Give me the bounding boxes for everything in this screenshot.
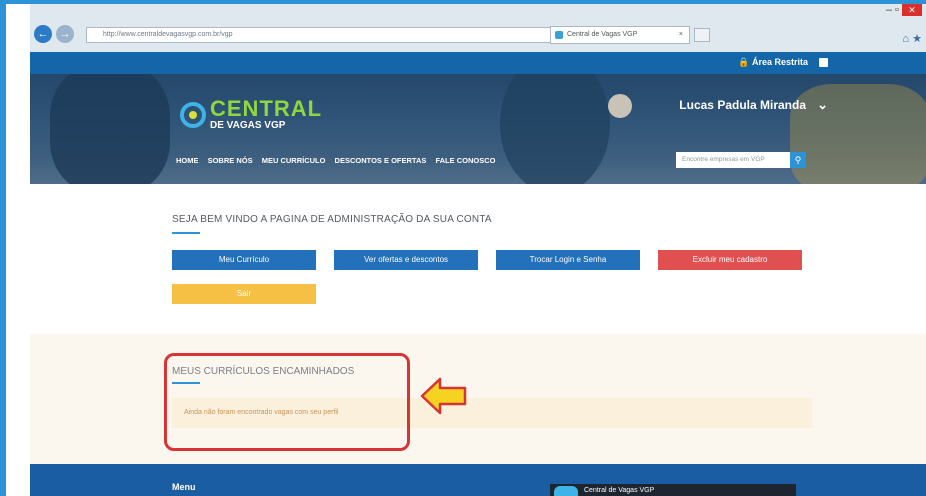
browser-address-row: ← → http://www.centraldevagasvgp.com.br/… [30,14,926,48]
minimize-icon[interactable]: – [886,4,892,16]
restricted-area-link[interactable]: 🔒 Área Restrita [738,57,808,68]
company-search-input[interactable]: Encontre empresas em VGP [676,152,806,168]
page-title: SEJA BEM VINDO A PAGINA DE ADMINISTRAÇÃO… [172,214,492,225]
nav-home[interactable]: HOME [176,156,199,165]
header-background-shape [790,84,926,184]
exit-button[interactable]: Sair [172,284,316,304]
search-icon[interactable]: ⚲ [790,152,806,168]
site-header: CENTRAL DE VAGAS VGP Lucas Padula Mirand… [30,74,926,184]
tab-close-icon[interactable]: × [679,27,683,43]
nav-contact[interactable]: FALE CONOSCO [435,156,495,165]
chevron-down-icon[interactable]: ⌄ [817,97,828,113]
address-url: http://www.centraldevagasvgp.com.br/vgp [103,31,233,38]
forward-arrow-icon[interactable]: → [56,25,74,43]
nav-about[interactable]: SOBRE NÓS [208,156,253,165]
left-arrow-icon [420,377,467,415]
my-cv-button[interactable]: Meu Currículo [172,250,316,270]
logo-main-text: CENTRAL [210,96,323,121]
avatar[interactable] [608,94,632,118]
title-underline [172,232,200,234]
home-icon[interactable]: ⌂ [902,33,909,45]
site-footer: Menu Central de Vagas VGP [30,464,926,496]
offers-button[interactable]: Ver ofertas e descontos [334,250,478,270]
lock-icon: 🔒 [738,57,750,67]
maximize-icon[interactable]: ▫ [895,4,899,16]
star-icon[interactable]: ★ [912,33,922,45]
facebook-page-card[interactable]: Central de Vagas VGP [550,484,796,496]
favorites-icons: ⌂ ★ [902,32,922,45]
footer-menu-title: Menu [172,482,196,492]
page-logo-icon [554,486,578,496]
site-topbar: 🔒 Área Restrita [30,52,926,74]
admin-panel: SEJA BEM VINDO A PAGINA DE ADMINISTRAÇÃO… [30,184,926,334]
site-favicon-icon [555,31,563,39]
logo-dot-icon [189,111,197,119]
header-background-shape [50,74,170,184]
delete-account-button[interactable]: Excluir meu cadastro [658,250,802,270]
highlight-box [164,353,410,451]
browser-tab[interactable]: Central de Vagas VGP × [550,26,690,44]
back-arrow-icon[interactable]: ← [34,25,52,43]
user-name[interactable]: Lucas Padula Miranda [679,98,806,112]
close-window-icon[interactable]: ✕ [902,4,922,16]
facebook-page-name: Central de Vagas VGP [584,487,655,494]
address-bar[interactable]: http://www.centraldevagasvgp.com.br/vgp … [86,27,586,43]
browser-titlebar [30,4,926,14]
logo-sub-text: DE VAGAS VGP [210,120,286,131]
nav-my-cv[interactable]: MEU CURRÍCULO [262,156,326,165]
nav-discounts[interactable]: DESCONTOS E OFERTAS [335,156,427,165]
change-login-button[interactable]: Trocar Login e Senha [496,250,640,270]
restricted-area-label: Área Restrita [751,57,808,67]
main-nav: HOME SOBRE NÓS MEU CURRÍCULO DESCONTOS E… [176,156,502,165]
browser-chrome: ← → http://www.centraldevagasvgp.com.br/… [30,4,926,52]
window-controls: – ▫ ✕ [886,4,922,16]
logout-icon[interactable] [819,58,828,67]
tab-title: Central de Vagas VGP [567,31,638,38]
header-background-shape [500,74,610,184]
new-tab-button[interactable] [694,28,710,42]
